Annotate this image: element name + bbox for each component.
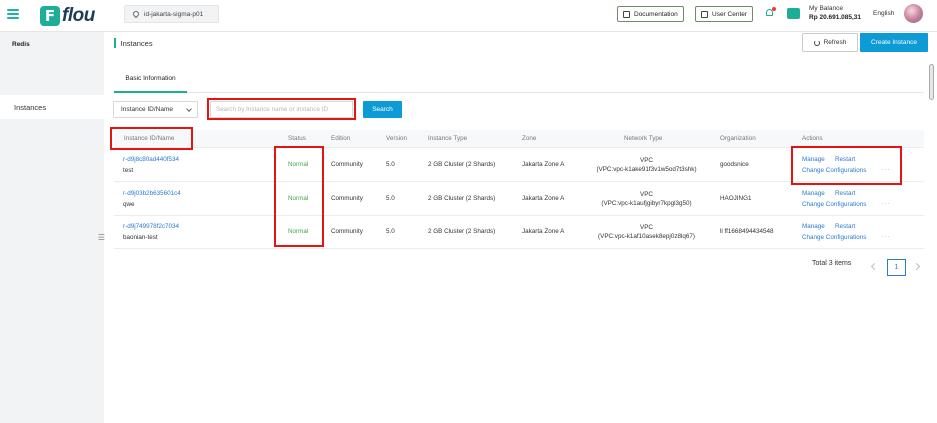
instance-name: test [123, 167, 134, 174]
manage-link[interactable]: Manage [802, 156, 825, 163]
change-configurations-link[interactable]: Change Configurations [802, 167, 866, 174]
top-header: F flou id-jakarta-sigma-p01 Documentatio… [0, 0, 937, 32]
instance-name: baonian-test [123, 234, 158, 241]
restart-link[interactable]: Restart [835, 190, 855, 197]
balance-value: Rp 20.691.085,31 [809, 14, 862, 21]
col-zone: Zone [522, 135, 537, 142]
search-button[interactable]: Search [363, 101, 402, 118]
breadcrumb: Instances [114, 38, 153, 48]
balance-label: My Balance [809, 5, 843, 12]
manage-link[interactable]: Manage [802, 223, 825, 230]
tab-basic-information[interactable]: Basic Information [114, 66, 187, 93]
zone: Jakarta Zone A [522, 161, 565, 168]
change-configurations-link[interactable]: Change Configurations [802, 234, 866, 241]
table-row: r-d9j749978f2c7034 baonian-test Normal C… [114, 216, 924, 249]
sidebar-title: Redis [12, 41, 30, 48]
version: 5.0 [386, 161, 395, 168]
col-actions: Actions [802, 135, 823, 142]
restart-link[interactable]: Restart [835, 156, 855, 163]
more-actions-icon[interactable]: ··· [881, 200, 890, 207]
col-network-type: Network Type [624, 135, 663, 142]
version: 5.0 [386, 195, 395, 202]
chevron-down-icon [186, 106, 192, 112]
table-row: r-d9j03b2b635601c4 qwe Normal Community … [114, 183, 924, 216]
menu-icon[interactable] [7, 9, 19, 19]
logo-text: flou [62, 5, 95, 26]
sidebar: Redis Instances [0, 32, 104, 423]
restart-link[interactable]: Restart [835, 223, 855, 230]
instance-id-link[interactable]: r-d9j749978f2c7034 [123, 223, 179, 230]
tab-bar: Basic Information [114, 66, 924, 93]
organization: ll ff1668494434548 [720, 228, 774, 235]
edition: Community [331, 195, 363, 202]
edition: Community [331, 228, 363, 235]
refresh-button[interactable]: Refresh [802, 33, 858, 52]
status-badge: Normal [288, 228, 309, 235]
logo[interactable]: F flou [40, 5, 95, 27]
document-icon [623, 10, 630, 18]
instance-id-link[interactable]: r-d9j8c80ad440f534 [123, 156, 179, 163]
page-number-current[interactable]: 1 [887, 259, 906, 276]
more-actions-icon[interactable]: ··· [881, 166, 890, 173]
create-instance-button[interactable]: Create Instance [860, 33, 928, 52]
col-instance-id: Instance ID/Name [124, 135, 175, 142]
page-title: Instances [120, 38, 153, 48]
organization: HAOJING1 [720, 195, 752, 202]
balance-info[interactable]: My Balance Rp 20.691.085,31 [809, 4, 861, 22]
logo-mark: F [40, 6, 60, 26]
network-type: VPC (VPC:vpc-k1aufjgibyr7kpgl3g50) [601, 191, 692, 207]
documentation-button[interactable]: Documentation [617, 6, 684, 22]
notification-bell-icon[interactable] [765, 7, 776, 19]
instance-type: 2 GB Cluster (2 Shards) [428, 228, 496, 235]
edition: Community [331, 161, 363, 168]
organization: goodsnice [720, 161, 749, 168]
more-actions-icon[interactable]: ··· [881, 233, 890, 240]
sidebar-item-instances[interactable]: Instances [0, 95, 104, 119]
col-edition: Edition [331, 135, 351, 142]
total-items: Total 3 items [812, 260, 852, 267]
scrollbar-thumb[interactable] [929, 64, 934, 100]
network-type: VPC (VPC:vpc-k1ake91f3v1w5od7t3shk) [596, 157, 697, 173]
prev-page-icon[interactable] [870, 262, 879, 271]
language-selector[interactable]: English [873, 10, 894, 17]
filter-type-select[interactable]: Instance ID/Name [113, 101, 198, 118]
zone: Jakarta Zone A [522, 195, 565, 202]
region-selector[interactable]: id-jakarta-sigma-p01 [124, 5, 219, 23]
location-pin-icon [131, 9, 141, 19]
change-configurations-link[interactable]: Change Configurations [802, 201, 866, 208]
wallet-icon[interactable] [787, 8, 800, 19]
status-badge: Normal [288, 195, 309, 202]
instance-name: qwe [123, 201, 135, 208]
user-center-button[interactable]: User Center [695, 6, 754, 22]
search-input[interactable] [210, 101, 353, 118]
instance-type: 2 GB Cluster (2 Shards) [428, 195, 496, 202]
manage-link[interactable]: Manage [802, 190, 825, 197]
avatar[interactable] [904, 4, 923, 23]
instance-id-link[interactable]: r-d9j03b2b635601c4 [123, 190, 181, 197]
version: 5.0 [386, 228, 395, 235]
region-label: id-jakarta-sigma-p01 [144, 10, 204, 18]
status-badge: Normal [288, 161, 309, 168]
zone: Jakarta Zone A [522, 228, 565, 235]
refresh-icon [813, 39, 820, 46]
table-header: Instance ID/Name Status Edition Version … [114, 130, 924, 148]
instance-type: 2 GB Cluster (2 Shards) [428, 161, 496, 168]
col-version: Version [386, 135, 408, 142]
network-type: VPC (VPC:vpc-k1af10asek8epj0z8lq67) [598, 224, 695, 240]
col-organization: Organization [720, 135, 756, 142]
table-row: r-d9j8c80ad440f534 test Normal Community… [114, 149, 924, 182]
next-page-icon[interactable] [912, 262, 921, 271]
collapse-handle-icon[interactable]: ☰ [97, 231, 106, 245]
user-center-icon [701, 10, 708, 18]
col-instance-type: Instance Type [428, 135, 468, 142]
col-status: Status [288, 135, 306, 142]
